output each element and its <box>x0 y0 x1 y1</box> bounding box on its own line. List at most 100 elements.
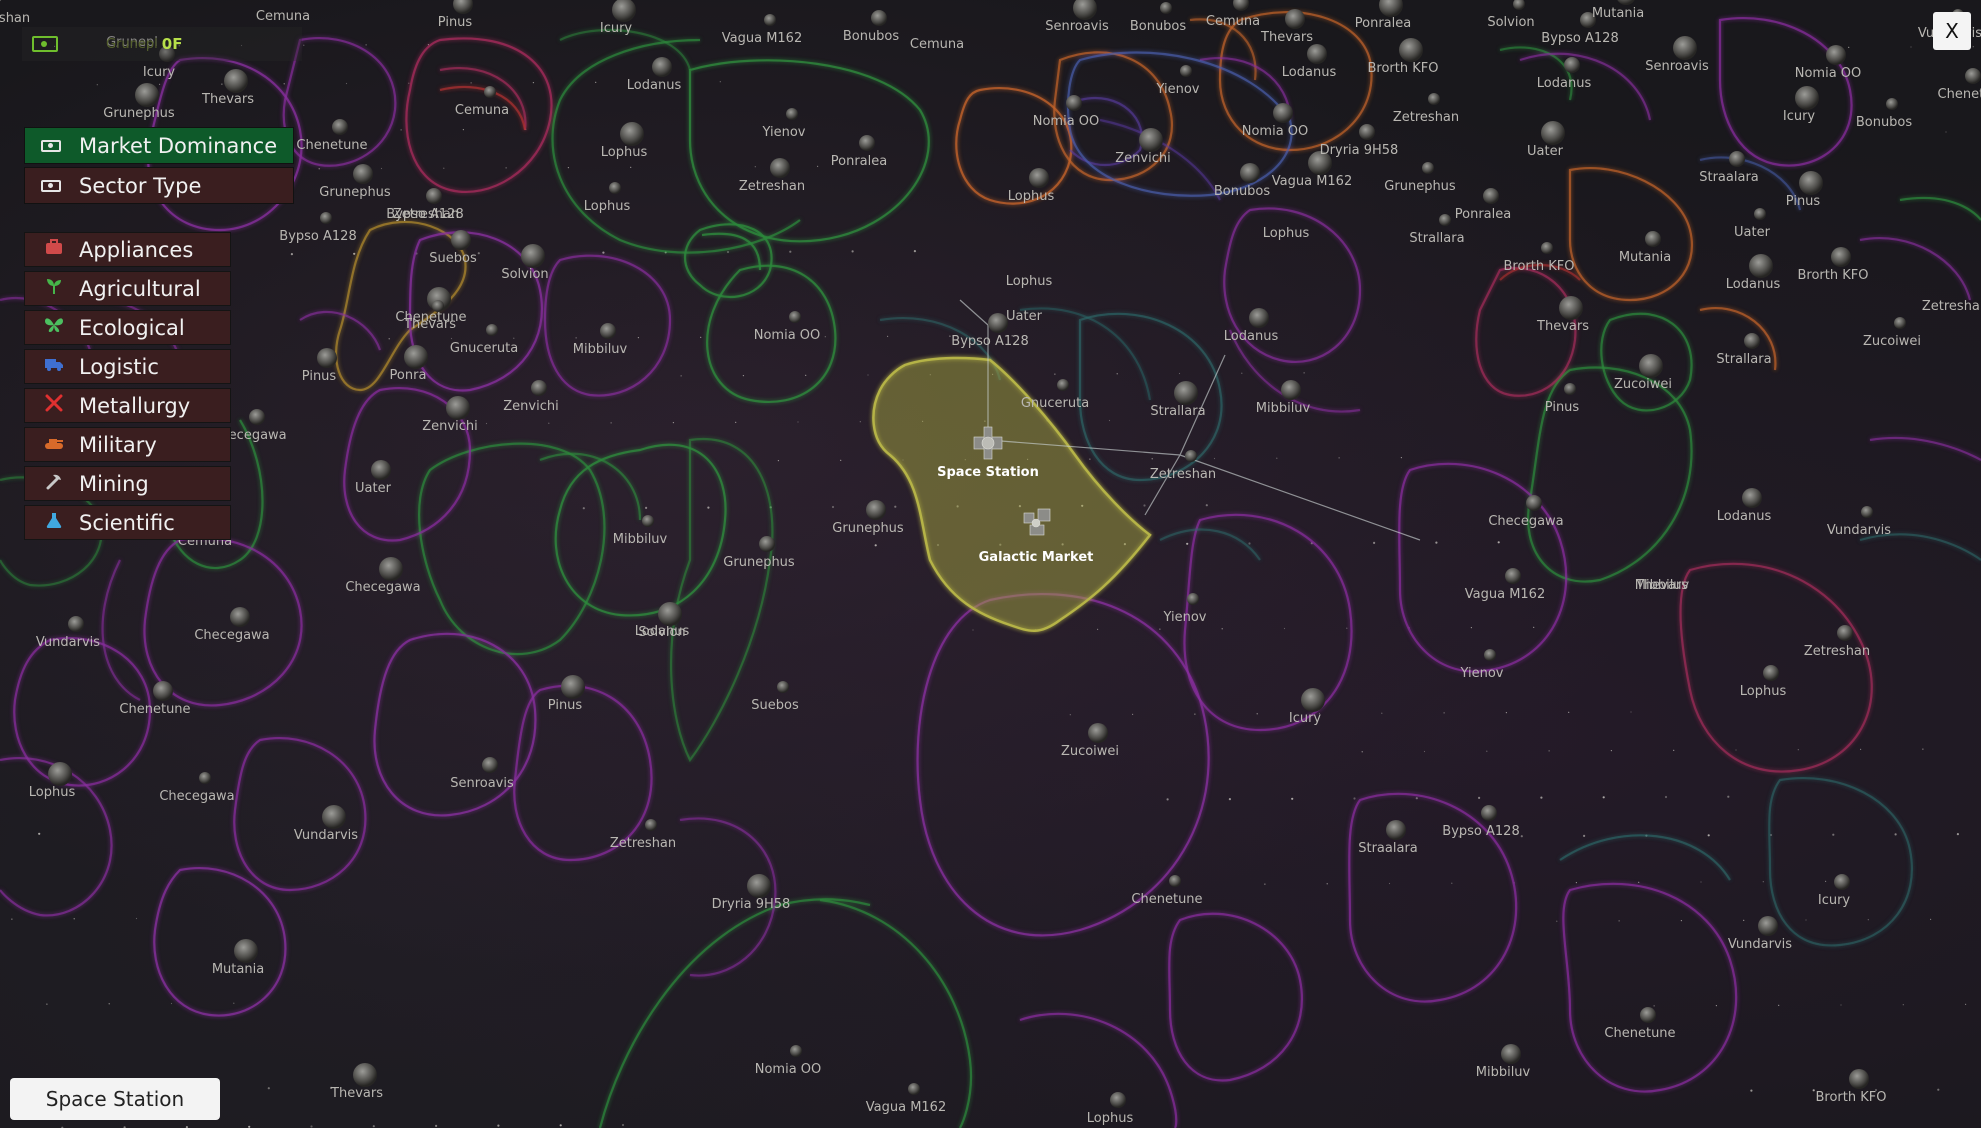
planet-sphere[interactable] <box>1481 805 1497 821</box>
planet-sphere[interactable] <box>764 14 776 26</box>
planet-sphere[interactable] <box>1834 874 1850 890</box>
planet-sphere[interactable] <box>1285 9 1305 29</box>
planet-sphere[interactable] <box>249 409 265 425</box>
planet[interactable]: Straalara <box>1699 151 1759 185</box>
planet-sphere[interactable] <box>561 675 585 699</box>
planet[interactable]: Nomia OO <box>1795 45 1862 81</box>
planet-sphere[interactable] <box>1763 665 1779 681</box>
planet-sphere[interactable] <box>446 396 470 420</box>
planet[interactable]: Bypso A128 <box>279 212 357 244</box>
planet[interactable]: Gnuceruta <box>450 324 518 356</box>
planet[interactable]: Zucoiwei <box>1863 317 1921 349</box>
planet-sphere[interactable] <box>1541 121 1565 145</box>
planet[interactable]: Bypso A128 <box>1442 805 1520 839</box>
planet-sphere[interactable] <box>234 939 258 963</box>
planet-sphere[interactable] <box>789 311 801 323</box>
planet-sphere[interactable] <box>1640 1007 1656 1023</box>
planet-sphere[interactable] <box>866 500 886 520</box>
planet-sphere[interactable] <box>1559 296 1583 320</box>
planet-sphere[interactable] <box>871 10 887 26</box>
planet-sphere[interactable] <box>486 324 498 336</box>
planet-sphere[interactable] <box>1439 214 1451 226</box>
planet-sphere[interactable] <box>1187 593 1199 605</box>
sector-item-ecological[interactable]: Ecological <box>24 310 231 345</box>
planet[interactable]: Brorth KFO <box>1368 38 1439 76</box>
planet[interactable]: Strallara <box>1150 381 1206 419</box>
planet-sphere[interactable] <box>1564 383 1576 395</box>
planet-sphere[interactable] <box>908 1083 920 1095</box>
planet[interactable]: Uater <box>1006 309 1043 324</box>
planet-sphere[interactable] <box>786 108 798 120</box>
planet[interactable]: Zetreshan <box>1922 299 1981 314</box>
planet-sphere[interactable] <box>1029 168 1049 188</box>
planet-sphere[interactable] <box>1281 380 1301 400</box>
planet-sphere[interactable] <box>1742 488 1762 508</box>
planet[interactable]: Vagua M162 <box>1465 568 1545 602</box>
planet-sphere[interactable] <box>48 762 72 786</box>
planet-sphere[interactable] <box>1749 254 1773 278</box>
planet[interactable]: Grunephus <box>832 500 904 536</box>
planet-sphere[interactable] <box>1484 649 1496 661</box>
planet[interactable]: Lophus <box>1087 1092 1134 1126</box>
planet[interactable]: Pinus <box>438 0 473 30</box>
planet[interactable]: Brorth KFO <box>1504 242 1575 274</box>
planet-sphere[interactable] <box>859 135 875 151</box>
planet-sphere[interactable] <box>1240 163 1260 183</box>
planet[interactable]: Zenvichi <box>422 396 478 434</box>
planet[interactable]: Uater <box>1734 208 1771 240</box>
planet-sphere[interactable] <box>612 0 636 22</box>
planet[interactable]: Strallara <box>1716 333 1772 367</box>
planet[interactable]: Thevars <box>1536 296 1589 334</box>
planet[interactable]: Vundarvis <box>1827 506 1891 538</box>
planet-sphere[interactable] <box>379 557 403 581</box>
sector-item-military[interactable]: Military <box>24 427 231 462</box>
planet[interactable]: Thevars <box>1635 578 1688 593</box>
planet-sphere[interactable] <box>68 616 84 632</box>
planet[interactable]: Zetreshan <box>610 819 676 851</box>
planet-sphere[interactable] <box>482 757 498 773</box>
planet[interactable]: Lodanus <box>627 57 682 93</box>
planet[interactable]: Senroavis <box>1645 36 1709 74</box>
planet[interactable]: Bonubos <box>843 10 900 44</box>
planet[interactable]: Vundarvis <box>1728 916 1792 952</box>
planet-sphere[interactable] <box>1639 354 1663 378</box>
planet-sphere[interactable] <box>988 313 1008 333</box>
planet-sphere[interactable] <box>1541 242 1553 254</box>
planet-sphere[interactable] <box>224 69 248 93</box>
planet[interactable]: Zetreshan <box>1150 450 1216 482</box>
planet-sphere[interactable] <box>317 348 337 368</box>
planet[interactable]: Zetreshan <box>1393 93 1459 125</box>
planet[interactable]: Chenetune <box>1604 1007 1676 1041</box>
sector-item-mining[interactable]: Mining <box>24 466 231 501</box>
planet-sphere[interactable] <box>453 0 473 14</box>
planet-sphere[interactable] <box>1564 57 1580 73</box>
planet[interactable]: Lodanus <box>1224 308 1279 344</box>
planet[interactable]: Pinus <box>548 675 585 713</box>
planet[interactable]: Ponralea <box>831 135 887 169</box>
planet-sphere[interactable] <box>426 188 442 204</box>
planet-sphere[interactable] <box>1758 916 1778 936</box>
planet-sphere[interactable] <box>1837 625 1853 641</box>
planet-sphere[interactable] <box>353 164 373 184</box>
planet-sphere[interactable] <box>1169 875 1181 887</box>
planet-sphere[interactable] <box>484 86 496 98</box>
planet-sphere[interactable] <box>451 230 471 250</box>
planet[interactable]: Icury <box>600 0 636 36</box>
planet-sphere[interactable] <box>135 83 159 107</box>
planet[interactable]: Checegawa <box>159 772 235 804</box>
planet-sphere[interactable] <box>759 536 775 552</box>
planet-sphere[interactable] <box>1110 1092 1126 1108</box>
planet[interactable]: Mibbiluv <box>1476 1044 1531 1080</box>
planet-sphere[interactable] <box>620 122 644 146</box>
planet[interactable]: Vagua M162 <box>722 14 802 46</box>
planet[interactable]: Brorth KFO <box>1816 1069 1887 1105</box>
market-dominance-button[interactable]: Market Dominance <box>24 127 294 164</box>
planet-sphere[interactable] <box>1180 65 1192 77</box>
planet[interactable]: Mibbiluv <box>1256 380 1311 416</box>
planet[interactable]: Uater <box>355 460 392 496</box>
planet-sphere[interactable] <box>1422 162 1434 174</box>
planet-sphere[interactable] <box>1616 0 1636 5</box>
planet-sphere[interactable] <box>1379 0 1403 17</box>
planet[interactable]: Icury <box>1818 874 1851 908</box>
planet-sphere[interactable] <box>1501 1044 1521 1064</box>
